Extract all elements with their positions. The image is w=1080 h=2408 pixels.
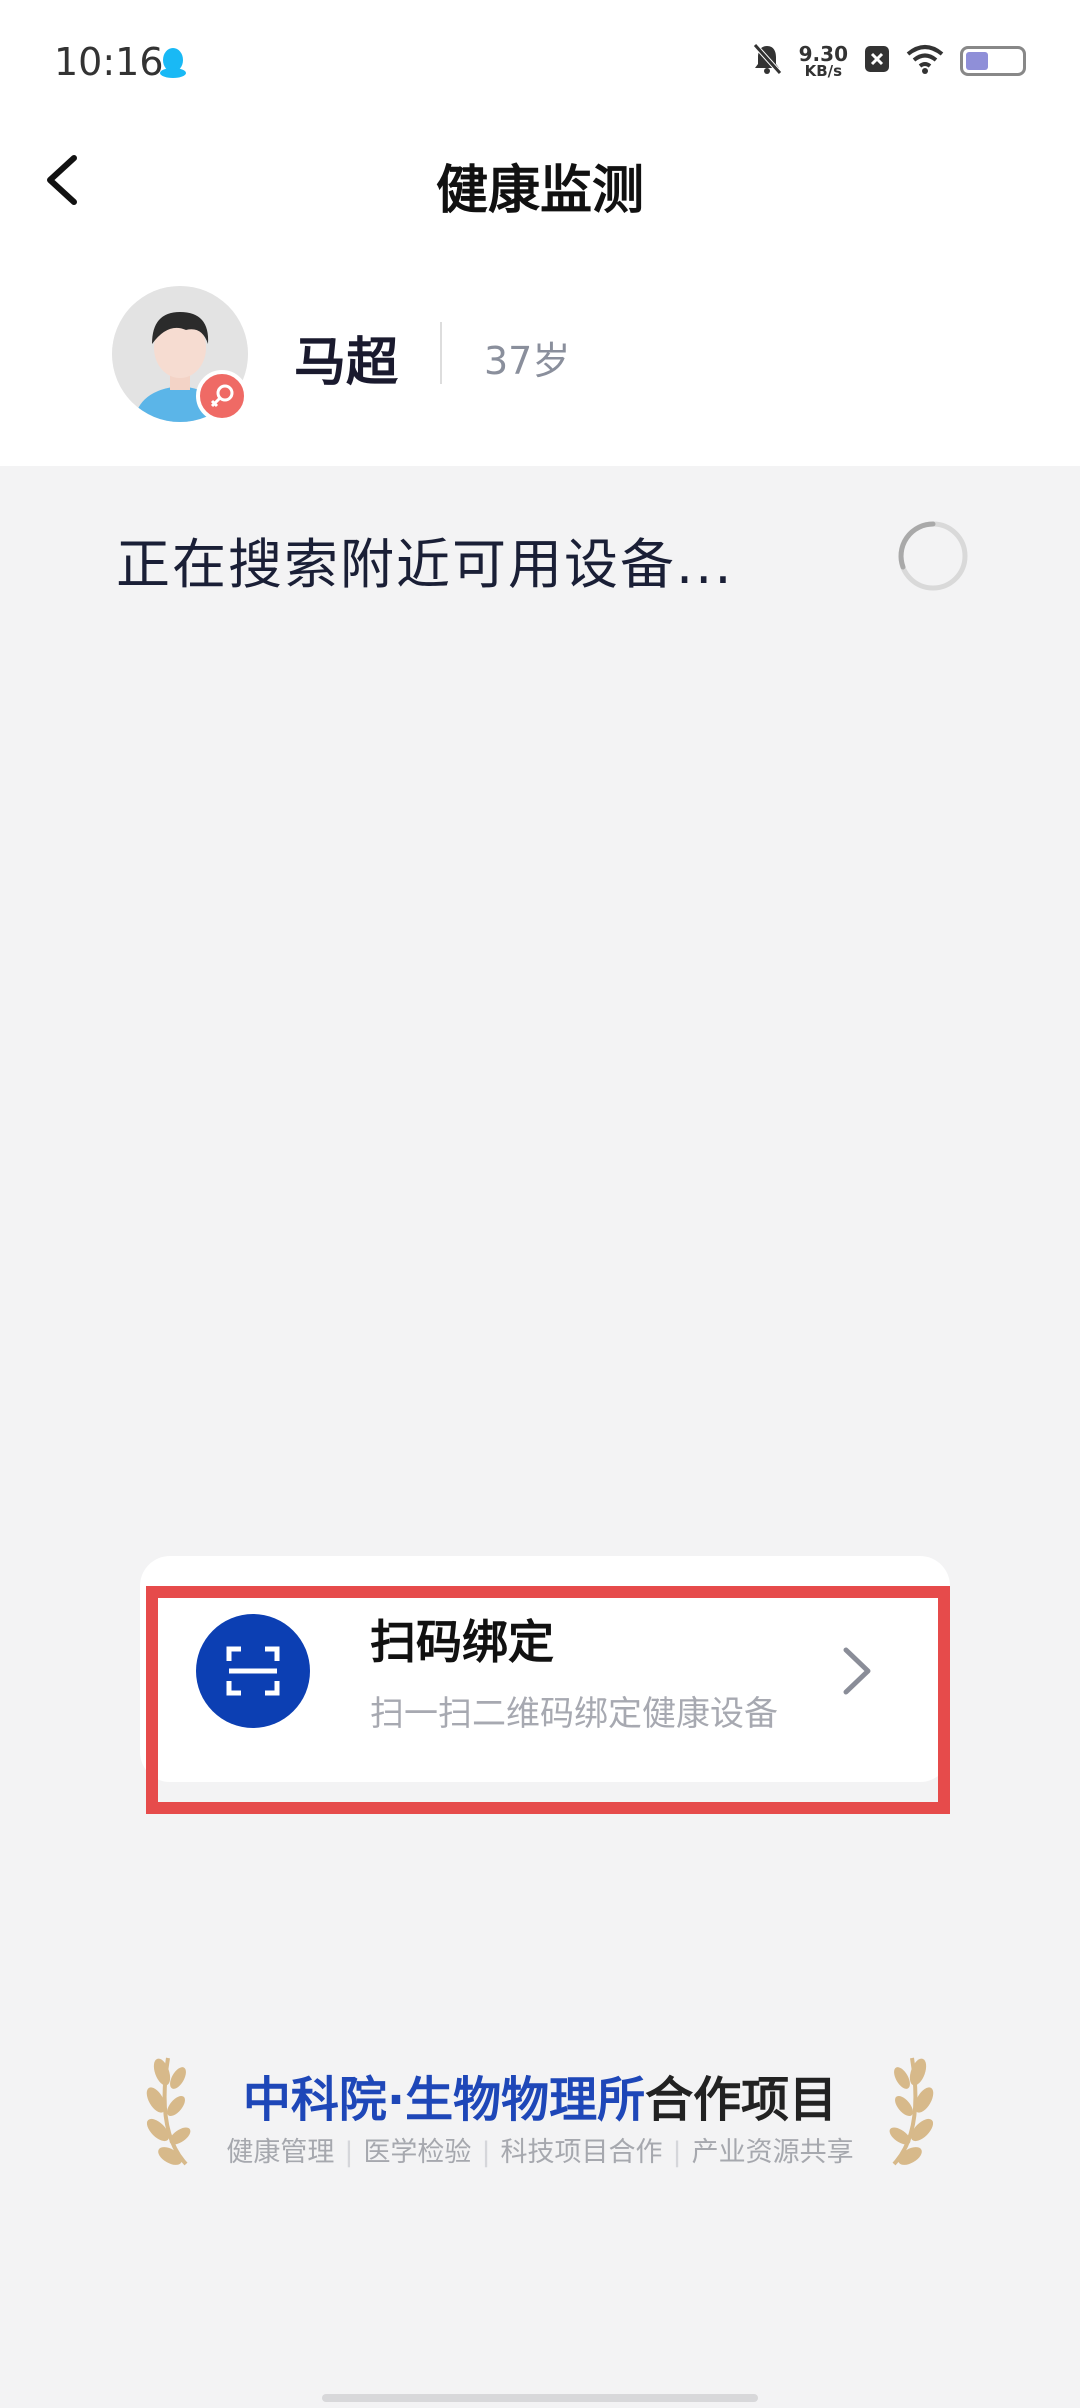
footer-title-project: 合作项目 <box>645 2072 838 2128</box>
home-indicator[interactable] <box>322 2394 758 2402</box>
footer-tag: 产业资源共享 <box>691 2137 854 2168</box>
status-bar: 10:16 9.30 KB/s <box>0 0 1080 128</box>
net-speed: 9.30 KB/s <box>799 44 848 79</box>
net-speed-value: 9.30 <box>798 41 848 66</box>
user-profile: 马超 37岁 <box>0 270 1080 430</box>
highlight-box <box>146 1586 950 1814</box>
battery-fill <box>966 52 988 70</box>
status-icons: 9.30 KB/s <box>751 42 1026 80</box>
status-time: 10:16 <box>54 40 164 84</box>
footer-tag: 健康管理 <box>226 2137 335 2168</box>
close-box-icon <box>864 44 890 78</box>
female-gender-icon <box>196 370 248 422</box>
footer-tag: 医学检验 <box>363 2137 472 2168</box>
mute-bell-icon <box>751 42 783 80</box>
user-name: 马超 <box>294 333 399 393</box>
wifi-icon <box>906 44 944 78</box>
footer-tag: 科技项目合作 <box>500 2137 663 2168</box>
search-status-text: 正在搜索附近可用设备... <box>116 533 734 596</box>
footer-title-org: 中科院·生物物理所 <box>242 2072 646 2128</box>
laurel-right-icon <box>889 2057 934 2166</box>
loading-spinner-icon <box>898 521 968 591</box>
profile-divider <box>440 322 442 384</box>
device-search-status: 正在搜索附近可用设备... <box>116 520 976 596</box>
qq-icon <box>158 46 188 84</box>
partner-footer: 中科院·生物物理所合作项目 健康管理 | 医学检验 | 科技项目合作 | 产业资源共享 <box>0 2052 1080 2172</box>
net-speed-unit: KB/s <box>804 61 843 80</box>
battery-icon <box>960 46 1026 76</box>
user-age: 37岁 <box>484 339 571 383</box>
page-title: 健康监测 <box>435 161 644 221</box>
nav-header: 健康监测 <box>0 130 1080 230</box>
